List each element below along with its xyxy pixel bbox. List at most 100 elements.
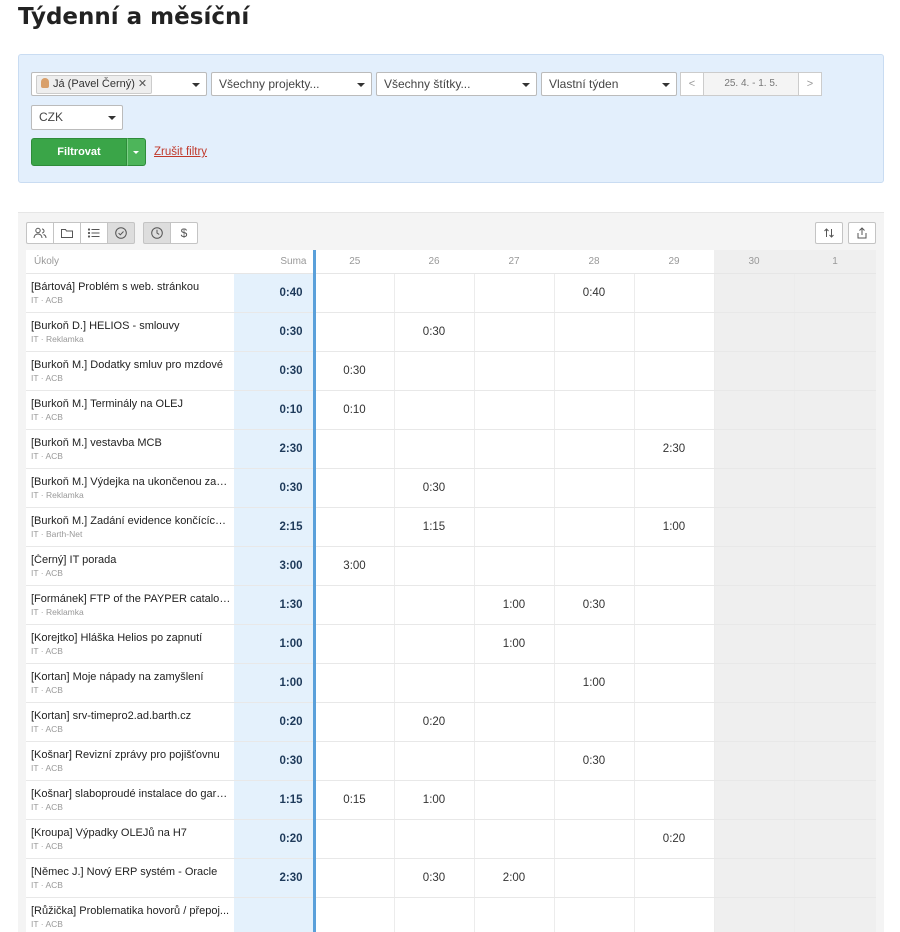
time-cell[interactable]: 1:00 xyxy=(634,508,714,547)
filter-button[interactable]: Filtrovat xyxy=(31,138,127,166)
time-cell[interactable]: 0:15 xyxy=(314,781,394,820)
time-cell[interactable] xyxy=(314,586,394,625)
time-cell[interactable] xyxy=(394,352,474,391)
task-cell[interactable]: [Košnar] Revizní zprávy pro pojišťovnuIT… xyxy=(26,742,234,781)
time-cell[interactable]: 3:00 xyxy=(314,547,394,586)
time-cell[interactable] xyxy=(794,469,876,508)
table-row[interactable]: [Bártová] Problém s web. stránkouIT · AC… xyxy=(26,274,876,313)
task-title[interactable]: [Burkoň M.] Terminály na OLEJ xyxy=(31,398,231,410)
time-cell[interactable] xyxy=(714,274,794,313)
time-cell[interactable]: 1:00 xyxy=(474,625,554,664)
time-cell[interactable] xyxy=(714,625,794,664)
time-cell[interactable] xyxy=(554,469,634,508)
time-cell[interactable] xyxy=(314,625,394,664)
time-cell[interactable] xyxy=(314,313,394,352)
time-cell[interactable] xyxy=(794,547,876,586)
time-cell[interactable] xyxy=(714,664,794,703)
time-cell[interactable]: 0:40 xyxy=(554,274,634,313)
table-row[interactable]: [Burkoň M.] vestavba MCBIT · ACB2:302:30 xyxy=(26,430,876,469)
time-cell[interactable]: 1:15 xyxy=(394,508,474,547)
table-row[interactable]: [Formánek] FTP of the PAYPER catalogueIT… xyxy=(26,586,876,625)
time-cell[interactable] xyxy=(794,703,876,742)
time-cell[interactable] xyxy=(474,742,554,781)
table-row[interactable]: [Burkoň M.] Výdejka na ukončenou zaká...… xyxy=(26,469,876,508)
time-cell[interactable] xyxy=(554,508,634,547)
task-title[interactable]: [Kortan] Moje nápady na zamyšlení xyxy=(31,671,231,683)
sum-column-header[interactable]: Suma xyxy=(234,250,314,274)
time-cell[interactable] xyxy=(714,352,794,391)
time-cell[interactable] xyxy=(714,742,794,781)
time-cell[interactable] xyxy=(794,898,876,932)
clear-filters-link[interactable]: Zrušit filtry xyxy=(154,146,207,158)
period-select[interactable]: Vlastní týden xyxy=(541,72,677,96)
task-cell[interactable]: [Burkoň M.] Dodatky smluv pro mzdovéIT ·… xyxy=(26,352,234,391)
time-cell[interactable] xyxy=(714,781,794,820)
time-cell[interactable] xyxy=(554,313,634,352)
time-cell[interactable] xyxy=(314,274,394,313)
time-cell[interactable] xyxy=(794,274,876,313)
time-cell[interactable] xyxy=(794,313,876,352)
task-title[interactable]: [Němec J.] Nový ERP systém - Oracle xyxy=(31,866,231,878)
filter-options-button[interactable] xyxy=(127,138,146,166)
time-cell[interactable] xyxy=(634,586,714,625)
time-cell[interactable]: 1:00 xyxy=(394,781,474,820)
task-cell[interactable]: [Černý] IT poradaIT · ACB xyxy=(26,547,234,586)
time-cell[interactable] xyxy=(634,547,714,586)
time-cell[interactable] xyxy=(634,625,714,664)
task-cell[interactable]: [Formánek] FTP of the PAYPER catalogueIT… xyxy=(26,586,234,625)
projects-select[interactable]: Všechny projekty... xyxy=(211,72,372,96)
time-cell[interactable] xyxy=(794,430,876,469)
time-cell[interactable] xyxy=(794,742,876,781)
table-row[interactable]: [Černý] IT poradaIT · ACB3:003:00 xyxy=(26,547,876,586)
time-cell[interactable] xyxy=(474,820,554,859)
time-cell[interactable] xyxy=(394,391,474,430)
time-cell[interactable]: 0:10 xyxy=(314,391,394,430)
time-cell[interactable] xyxy=(714,508,794,547)
group-tasks-button[interactable] xyxy=(80,222,108,244)
time-cell[interactable] xyxy=(794,625,876,664)
time-cell[interactable] xyxy=(474,703,554,742)
time-cell[interactable]: 1:00 xyxy=(554,664,634,703)
show-time-button[interactable] xyxy=(143,222,171,244)
task-cell[interactable]: [Němec J.] Nový ERP systém - OracleIT · … xyxy=(26,859,234,898)
task-title[interactable]: [Burkoň M.] Dodatky smluv pro mzdové xyxy=(31,359,231,371)
task-title[interactable]: [Bártová] Problém s web. stránkou xyxy=(31,281,231,293)
task-cell[interactable]: [Burkoň M.] Výdejka na ukončenou zaká...… xyxy=(26,469,234,508)
time-cell[interactable] xyxy=(634,859,714,898)
time-cell[interactable] xyxy=(714,898,794,932)
task-title[interactable]: [Kortan] srv-timepro2.ad.barth.cz xyxy=(31,710,231,722)
task-title[interactable]: [Košnar] Revizní zprávy pro pojišťovnu xyxy=(31,749,231,761)
task-title[interactable]: [Burkoň D.] HELIOS - smlouvy xyxy=(31,320,231,332)
task-column-header[interactable]: Úkoly xyxy=(26,250,234,274)
currency-select[interactable]: CZK xyxy=(31,105,123,130)
time-cell[interactable] xyxy=(474,547,554,586)
prev-week-button[interactable]: < xyxy=(680,72,704,96)
task-cell[interactable]: [Burkoň M.] vestavba MCBIT · ACB xyxy=(26,430,234,469)
task-title[interactable]: [Burkoň M.] Zadání evidence končících s.… xyxy=(31,515,231,527)
time-cell[interactable] xyxy=(714,859,794,898)
time-cell[interactable] xyxy=(714,703,794,742)
time-cell[interactable] xyxy=(554,430,634,469)
time-cell[interactable] xyxy=(794,859,876,898)
task-title[interactable]: [Košnar] slaboproudé instalace do garáž.… xyxy=(31,788,231,800)
time-cell[interactable] xyxy=(634,742,714,781)
time-cell[interactable] xyxy=(474,898,554,932)
time-cell[interactable] xyxy=(714,547,794,586)
time-cell[interactable] xyxy=(314,820,394,859)
table-row[interactable]: [Burkoň M.] Terminály na OLEJIT · ACB0:1… xyxy=(26,391,876,430)
time-cell[interactable] xyxy=(394,274,474,313)
time-cell[interactable] xyxy=(794,391,876,430)
time-cell[interactable] xyxy=(714,469,794,508)
time-cell[interactable] xyxy=(794,586,876,625)
group-projects-button[interactable] xyxy=(53,222,81,244)
time-cell[interactable]: 0:30 xyxy=(554,742,634,781)
time-cell[interactable] xyxy=(554,625,634,664)
table-row[interactable]: [Košnar] Revizní zprávy pro pojišťovnuIT… xyxy=(26,742,876,781)
table-row[interactable]: [Kortan] srv-timepro2.ad.barth.czIT · AC… xyxy=(26,703,876,742)
time-cell[interactable]: 0:20 xyxy=(634,820,714,859)
tags-select[interactable]: Všechny štítky... xyxy=(376,72,537,96)
next-week-button[interactable]: > xyxy=(798,72,822,96)
table-row[interactable]: [Růžička] Problematika hovorů / přepoj..… xyxy=(26,898,876,932)
time-cell[interactable] xyxy=(314,703,394,742)
group-users-button[interactable] xyxy=(26,222,54,244)
